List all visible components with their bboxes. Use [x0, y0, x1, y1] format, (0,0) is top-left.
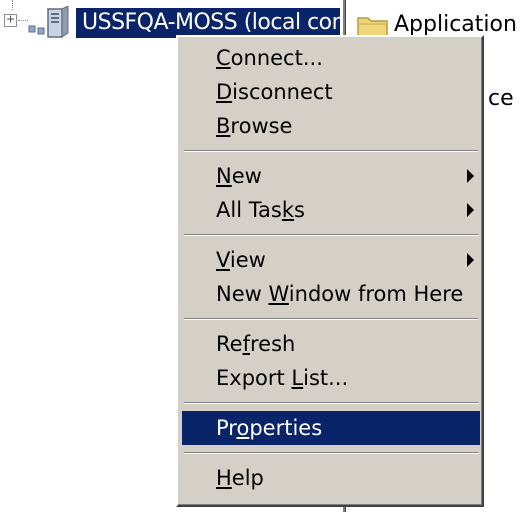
menu-separator — [184, 234, 478, 236]
tree-connector-line — [12, 0, 14, 10]
submenu-arrow-icon — [467, 253, 474, 267]
menu-item-label: All Tasks — [216, 198, 305, 222]
menu-item-properties[interactable]: Properties — [182, 411, 480, 445]
menu-item-connect[interactable]: Connect... — [182, 41, 480, 75]
submenu-arrow-icon — [467, 203, 474, 217]
tree-node-server[interactable]: USSFQA-MOSS (local comp — [76, 8, 340, 38]
menu-separator — [184, 318, 478, 320]
expand-node-button[interactable]: + — [4, 13, 17, 27]
menu-item-label: Disconnect — [216, 80, 333, 104]
menu-item-label: Properties — [216, 416, 323, 440]
menu-item-help[interactable]: Help — [182, 461, 480, 495]
list-item-partial[interactable]: ce — [488, 84, 514, 114]
menu-item-refresh[interactable]: Refresh — [182, 327, 480, 361]
menu-item-label: New — [216, 164, 262, 188]
menu-item-label: Connect... — [216, 46, 323, 70]
menu-separator — [184, 150, 478, 152]
menu-item-label: New Window from Here — [216, 282, 464, 306]
menu-item-label: View — [216, 248, 266, 272]
menu-item-view[interactable]: View — [182, 243, 480, 277]
tree-connector-line — [18, 20, 28, 22]
mmc-window: + USSFQA-MOSS (local comp Application Po… — [0, 0, 521, 512]
menu-item-label: Help — [216, 466, 264, 490]
context-menu: Connect... Disconnect Browse New All Tasks Vi… — [176, 35, 484, 507]
menu-item-all-tasks[interactable]: All Tasks — [182, 193, 480, 227]
menu-item-label: Export List... — [216, 366, 349, 390]
menu-item-label: Refresh — [216, 332, 296, 356]
menu-separator — [184, 452, 478, 454]
server-computer-icon — [28, 6, 69, 38]
menu-item-new-window-from-here[interactable]: New Window from Here — [182, 277, 480, 311]
menu-item-new[interactable]: New — [182, 159, 480, 193]
menu-separator — [184, 402, 478, 404]
menu-item-export-list[interactable]: Export List... — [182, 361, 480, 395]
menu-item-label: Browse — [216, 114, 293, 138]
menu-item-disconnect[interactable]: Disconnect — [182, 75, 480, 109]
submenu-arrow-icon — [467, 169, 474, 183]
menu-item-browse[interactable]: Browse — [182, 109, 480, 143]
